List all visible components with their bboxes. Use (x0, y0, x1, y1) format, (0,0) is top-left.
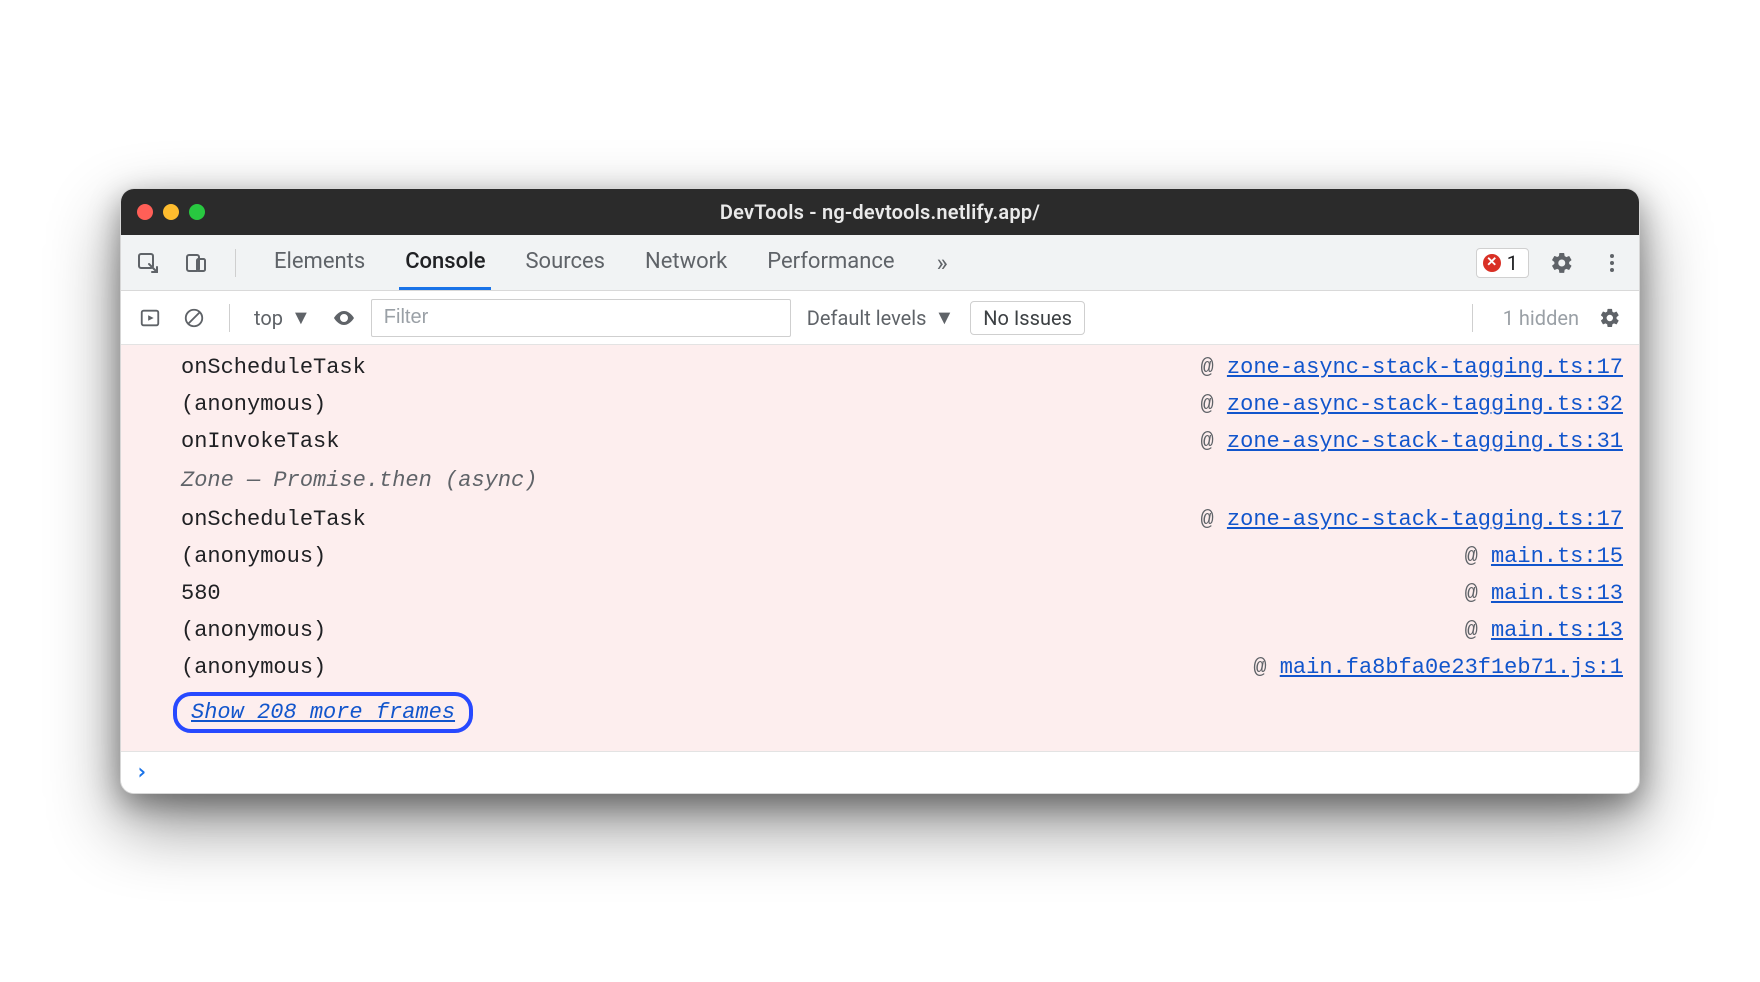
show-more-frames-highlight: Show 208 more frames (173, 692, 473, 733)
stack-frame-link[interactable]: zone-async-stack-tagging.ts:17 (1227, 507, 1623, 532)
hidden-messages-label: 1 hidden (1503, 306, 1579, 330)
error-count-badge[interactable]: ✕ 1 (1476, 248, 1529, 278)
devtools-tabs-row: Elements Console Sources Network Perform… (121, 235, 1639, 291)
settings-icon[interactable] (1545, 246, 1579, 280)
live-expression-icon[interactable] (327, 301, 361, 335)
window-title: DevTools - ng-devtools.netlify.app/ (720, 200, 1040, 224)
window-zoom-button[interactable] (189, 204, 205, 220)
stack-frame-function: (anonymous) (181, 392, 1201, 417)
tab-sources[interactable]: Sources (519, 235, 611, 290)
chevron-down-icon: ▼ (934, 305, 954, 330)
stack-frame-function: onScheduleTask (181, 355, 1201, 380)
stack-frame: onScheduleTask @ zone-async-stack-taggin… (121, 501, 1639, 538)
window-minimize-button[interactable] (163, 204, 179, 220)
tab-console[interactable]: Console (399, 235, 491, 290)
window-titlebar: DevTools - ng-devtools.netlify.app/ (121, 189, 1639, 235)
stack-frame-function: onInvokeTask (181, 429, 1201, 454)
async-boundary-label: Zone — Promise.then (async) (121, 460, 1639, 501)
console-output: onScheduleTask @ zone-async-stack-taggin… (121, 345, 1639, 751)
execution-context-label: top (254, 306, 283, 330)
stack-frame: (anonymous) @ zone-async-stack-tagging.t… (121, 386, 1639, 423)
clear-console-icon[interactable] (177, 301, 211, 335)
separator (235, 249, 236, 277)
stack-frame: (anonymous) @ main.fa8bfa0e23f1eb71.js:1 (121, 649, 1639, 686)
stack-frame-link[interactable]: zone-async-stack-tagging.ts:31 (1227, 429, 1623, 454)
stack-frame: 580 @ main.ts:13 (121, 575, 1639, 612)
separator (229, 304, 230, 332)
tabs-overflow[interactable]: » (929, 235, 956, 290)
tab-elements[interactable]: Elements (268, 235, 371, 290)
stack-frame-link[interactable]: zone-async-stack-tagging.ts:32 (1227, 392, 1623, 417)
console-prompt[interactable]: › (121, 751, 1639, 793)
execution-context-select[interactable]: top ▼ (248, 303, 317, 332)
prompt-chevron-icon: › (135, 760, 148, 785)
stack-frame: onScheduleTask @ zone-async-stack-taggin… (121, 349, 1639, 386)
stack-frame-link[interactable]: main.ts:13 (1491, 618, 1623, 643)
stack-frame-function: onScheduleTask (181, 507, 1201, 532)
window-close-button[interactable] (137, 204, 153, 220)
console-filter-input[interactable] (371, 299, 791, 337)
error-icon: ✕ (1483, 254, 1501, 272)
tab-performance[interactable]: Performance (761, 235, 900, 290)
stack-frame-function: (anonymous) (181, 655, 1253, 680)
stack-frame-link[interactable]: zone-async-stack-tagging.ts:17 (1227, 355, 1623, 380)
stack-frame-link[interactable]: main.ts:15 (1491, 544, 1623, 569)
stack-frame-link[interactable]: main.ts:13 (1491, 581, 1623, 606)
chevron-down-icon: ▼ (291, 305, 311, 330)
device-toolbar-icon[interactable] (179, 246, 213, 280)
stack-frame-function: (anonymous) (181, 544, 1465, 569)
console-toolbar: top ▼ Default levels ▼ No Issues 1 hidde… (121, 291, 1639, 345)
separator (1472, 304, 1473, 332)
console-settings-icon[interactable] (1593, 301, 1627, 335)
stack-frame-link[interactable]: main.fa8bfa0e23f1eb71.js:1 (1280, 655, 1623, 680)
log-levels-select[interactable]: Default levels ▼ (801, 305, 960, 330)
show-more-frames-link[interactable]: Show 208 more frames (191, 700, 455, 725)
kebab-menu-icon[interactable] (1595, 246, 1629, 280)
issues-button[interactable]: No Issues (970, 301, 1085, 335)
stack-frame-function: 580 (181, 581, 1465, 606)
stack-frame: onInvokeTask @ zone-async-stack-tagging.… (121, 423, 1639, 460)
error-count: 1 (1507, 251, 1518, 275)
console-sidebar-toggle-icon[interactable] (133, 301, 167, 335)
log-levels-label: Default levels (807, 306, 927, 330)
stack-frame-function: (anonymous) (181, 618, 1465, 643)
tab-network[interactable]: Network (639, 235, 733, 290)
devtools-tabs: Elements Console Sources Network Perform… (268, 235, 956, 290)
traffic-lights (137, 204, 205, 220)
stack-frame: (anonymous) @ main.ts:15 (121, 538, 1639, 575)
inspect-element-icon[interactable] (131, 246, 165, 280)
stack-frame: (anonymous) @ main.ts:13 (121, 612, 1639, 649)
devtools-window: DevTools - ng-devtools.netlify.app/ (120, 188, 1640, 794)
